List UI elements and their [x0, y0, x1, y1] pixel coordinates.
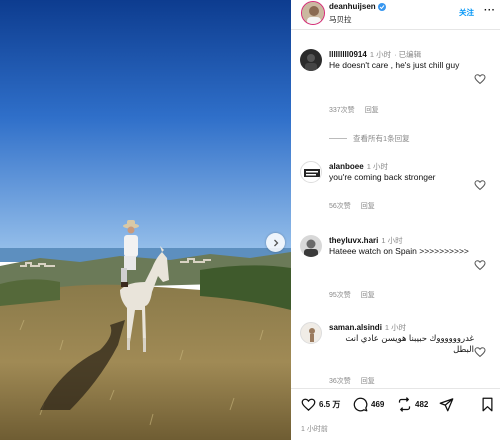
reply-button[interactable]: 回复: [361, 376, 375, 386]
repost-icon: [398, 397, 411, 412]
comment-time: 1 小时: [366, 162, 388, 171]
posted-time: 1 小时前: [301, 426, 328, 433]
heart-icon[interactable]: [474, 346, 486, 358]
comment-likes[interactable]: 36次赞: [329, 376, 351, 386]
comment-button[interactable]: 469: [353, 397, 384, 412]
post-location[interactable]: 马贝拉: [329, 14, 352, 25]
comment-icon: [353, 397, 368, 412]
verified-icon: [377, 2, 386, 11]
actions-divider: [291, 388, 500, 389]
share-button[interactable]: [439, 397, 454, 412]
comment-actions: 337次赞 回复: [329, 105, 379, 115]
comment-text: Hateee watch on Spain >>>>>>>>>>: [329, 246, 469, 256]
comments-panel: deanhuijsen 马贝拉 关注 ··· lllllllll0914 1 小时…: [291, 0, 500, 440]
like-count: 6.5 万: [319, 400, 341, 409]
reply-button[interactable]: 回复: [361, 290, 375, 300]
comment-likes[interactable]: 95次赞: [329, 290, 351, 300]
heart-icon[interactable]: [474, 73, 486, 85]
follow-button[interactable]: 关注: [459, 7, 474, 18]
comment-avatar[interactable]: [300, 322, 322, 344]
comment-likes[interactable]: 56次赞: [329, 201, 351, 211]
author-avatar[interactable]: [301, 1, 325, 25]
author-username-text: deanhuijsen: [329, 2, 376, 11]
comment-time: 1 小时: [384, 323, 407, 332]
comment-actions: 36次赞 回复: [329, 376, 375, 386]
view-replies-label: 查看所有1条回复: [353, 134, 410, 143]
comment-avatar[interactable]: [300, 235, 322, 257]
chevron-right-icon: [273, 239, 278, 246]
comment-actions: 56次赞 回复: [329, 201, 375, 211]
next-photo-button[interactable]: [266, 233, 285, 252]
comment-time: 1 小时: [381, 236, 403, 245]
like-button[interactable]: 6.5 万: [301, 397, 340, 412]
comment-body: saman.alsindi 1 小时 غدرووووووك حبيبنا هويس…: [329, 322, 474, 355]
more-options-button[interactable]: ···: [484, 5, 496, 16]
comment-text: He doesn't care , he's just chill guy: [329, 60, 460, 70]
save-button[interactable]: [481, 397, 494, 412]
comment-item: lllllllll0914 1 小时 · 已编辑 He doesn't care ,…: [291, 49, 500, 129]
author-avatar-image: [302, 2, 324, 24]
comment-edited: · 已编辑: [394, 50, 422, 59]
comment-username[interactable]: lllllllll0914: [329, 50, 367, 59]
photo-image: [0, 0, 291, 440]
comment-item: alanboee 1 小时 you're coming back stronger…: [291, 161, 500, 221]
bookmark-icon: [482, 397, 493, 412]
comment-body: theyluvx.hari 1 小时 Hateee watch on Spain …: [329, 235, 474, 257]
comment-count: 469: [371, 400, 385, 409]
reply-button[interactable]: 回复: [365, 105, 379, 115]
comment-username[interactable]: saman.alsindi: [329, 323, 382, 332]
comment-time: 1 小时: [369, 50, 392, 59]
repost-count: 482: [415, 400, 429, 409]
author-username[interactable]: deanhuijsen: [329, 2, 386, 11]
replies-dash: [329, 138, 347, 139]
comment-actions: 95次赞 回复: [329, 290, 375, 300]
post-actions-bar: 6.5 万 469 482: [291, 397, 500, 417]
post-photo[interactable]: [0, 0, 291, 440]
comment-item: saman.alsindi 1 小时 غدرووووووك حبيبنا هويس…: [291, 322, 500, 386]
comment-username[interactable]: alanboee: [329, 162, 364, 171]
comment-avatar[interactable]: [300, 49, 322, 71]
heart-icon[interactable]: [474, 259, 486, 271]
share-icon: [439, 398, 454, 412]
comment-likes[interactable]: 337次赞: [329, 105, 355, 115]
comment-avatar[interactable]: [300, 161, 322, 183]
repost-button[interactable]: 482: [397, 397, 428, 412]
comment-username[interactable]: theyluvx.hari: [329, 236, 378, 245]
post-header: deanhuijsen 马贝拉 关注 ···: [291, 0, 500, 28]
comment-text: you're coming back stronger: [329, 172, 436, 182]
comment-item: theyluvx.hari 1 小时 Hateee watch on Spain …: [291, 235, 500, 305]
heart-icon: [301, 398, 316, 411]
header-divider: [291, 29, 500, 30]
comment-body: alanboee 1 小时 you're coming back stronger: [329, 161, 474, 183]
view-replies-button[interactable]: 查看所有1条回复: [329, 133, 410, 144]
comment-body: lllllllll0914 1 小时 · 已编辑 He doesn't care ,…: [329, 49, 474, 71]
comment-text: غدرووووووك حبيبنا هويسن عادي انت البطل: [345, 333, 474, 354]
reply-button[interactable]: 回复: [361, 201, 375, 211]
heart-icon[interactable]: [474, 179, 486, 191]
